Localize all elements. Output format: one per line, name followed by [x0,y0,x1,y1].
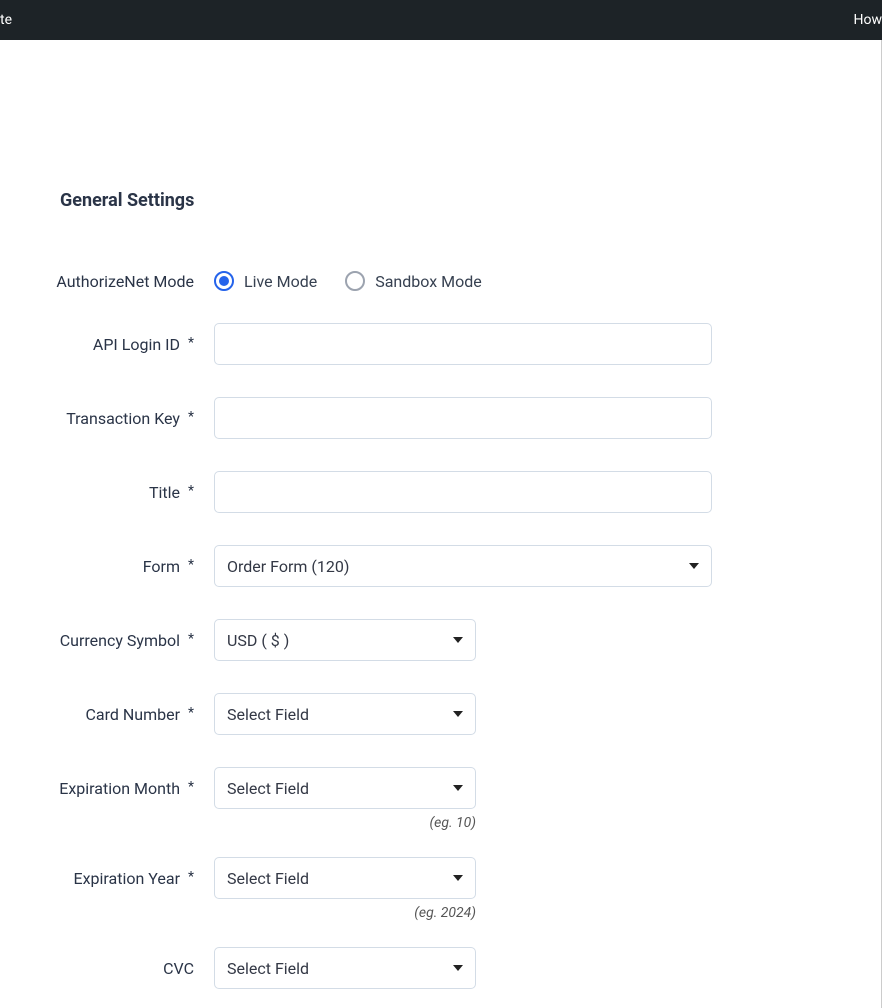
required-mark: * [188,335,194,351]
label-exp-year: Expiration Year [74,869,180,888]
required-mark: * [188,483,194,499]
field-card-number: Card Number * Select Field [42,693,841,735]
field-currency-symbol: Currency Symbol * USD ( $ ) [42,619,841,661]
label-mode: AuthorizeNet Mode [56,272,194,291]
hint-exp-year: (eg. 2024) [214,905,476,921]
chevron-down-icon [453,637,463,643]
radio-selected-icon [214,271,234,291]
topbar-right-text: How [854,12,882,28]
radio-live-mode[interactable]: Live Mode [214,271,317,291]
select-cvc-value: Select Field [227,959,309,978]
required-mark: * [188,869,194,885]
settings-panel: General Settings AuthorizeNet Mode Live … [0,40,882,1008]
select-card-number[interactable]: Select Field [214,693,476,735]
select-card-number-value: Select Field [227,705,309,724]
admin-top-bar: te How [0,0,882,40]
select-exp-year-value: Select Field [227,869,309,888]
chevron-down-icon [453,965,463,971]
label-transaction-key: Transaction Key [66,409,180,428]
chevron-down-icon [453,711,463,717]
field-form: Form * Order Form (120) [42,545,841,587]
hint-exp-year-row: (eg. 2024) [42,905,841,921]
chevron-down-icon [453,785,463,791]
label-title: Title [149,483,180,502]
input-transaction-key[interactable] [214,397,712,439]
select-exp-year[interactable]: Select Field [214,857,476,899]
field-title: Title * [42,471,841,513]
hint-exp-month-row: (eg. 10) [42,815,841,831]
chevron-down-icon [453,875,463,881]
required-mark: * [188,409,194,425]
topbar-left-text: te [0,12,12,28]
field-api-login-id: API Login ID * [42,323,841,365]
field-authorizenet-mode: AuthorizeNet Mode Live Mode Sandbox Mode [42,271,841,291]
select-exp-month[interactable]: Select Field [214,767,476,809]
field-expiration-month: Expiration Month * Select Field [42,767,841,809]
input-title[interactable] [214,471,712,513]
select-exp-month-value: Select Field [227,779,309,798]
select-cvc[interactable]: Select Field [214,947,476,989]
required-mark: * [188,705,194,721]
field-transaction-key: Transaction Key * [42,397,841,439]
required-mark: * [188,557,194,573]
radio-sandbox-mode[interactable]: Sandbox Mode [345,271,482,291]
select-currency[interactable]: USD ( $ ) [214,619,476,661]
radio-label-live: Live Mode [244,272,317,291]
select-currency-value: USD ( $ ) [227,631,289,650]
required-mark: * [188,779,194,795]
radio-label-sandbox: Sandbox Mode [375,272,482,291]
field-expiration-year: Expiration Year * Select Field [42,857,841,899]
label-form: Form [143,557,180,576]
radio-unselected-icon [345,271,365,291]
label-currency: Currency Symbol [60,631,180,650]
label-card-number: Card Number [85,705,180,724]
chevron-down-icon [689,563,699,569]
select-form-value: Order Form (120) [227,557,349,576]
section-title: General Settings [60,190,841,211]
required-mark: * [188,631,194,647]
label-cvc: CVC [163,959,194,978]
field-cvc: CVC Select Field [42,947,841,989]
select-form[interactable]: Order Form (120) [214,545,712,587]
label-api-login: API Login ID [93,335,180,354]
input-api-login-id[interactable] [214,323,712,365]
label-exp-month: Expiration Month [59,779,180,798]
hint-exp-month: (eg. 10) [214,815,476,831]
